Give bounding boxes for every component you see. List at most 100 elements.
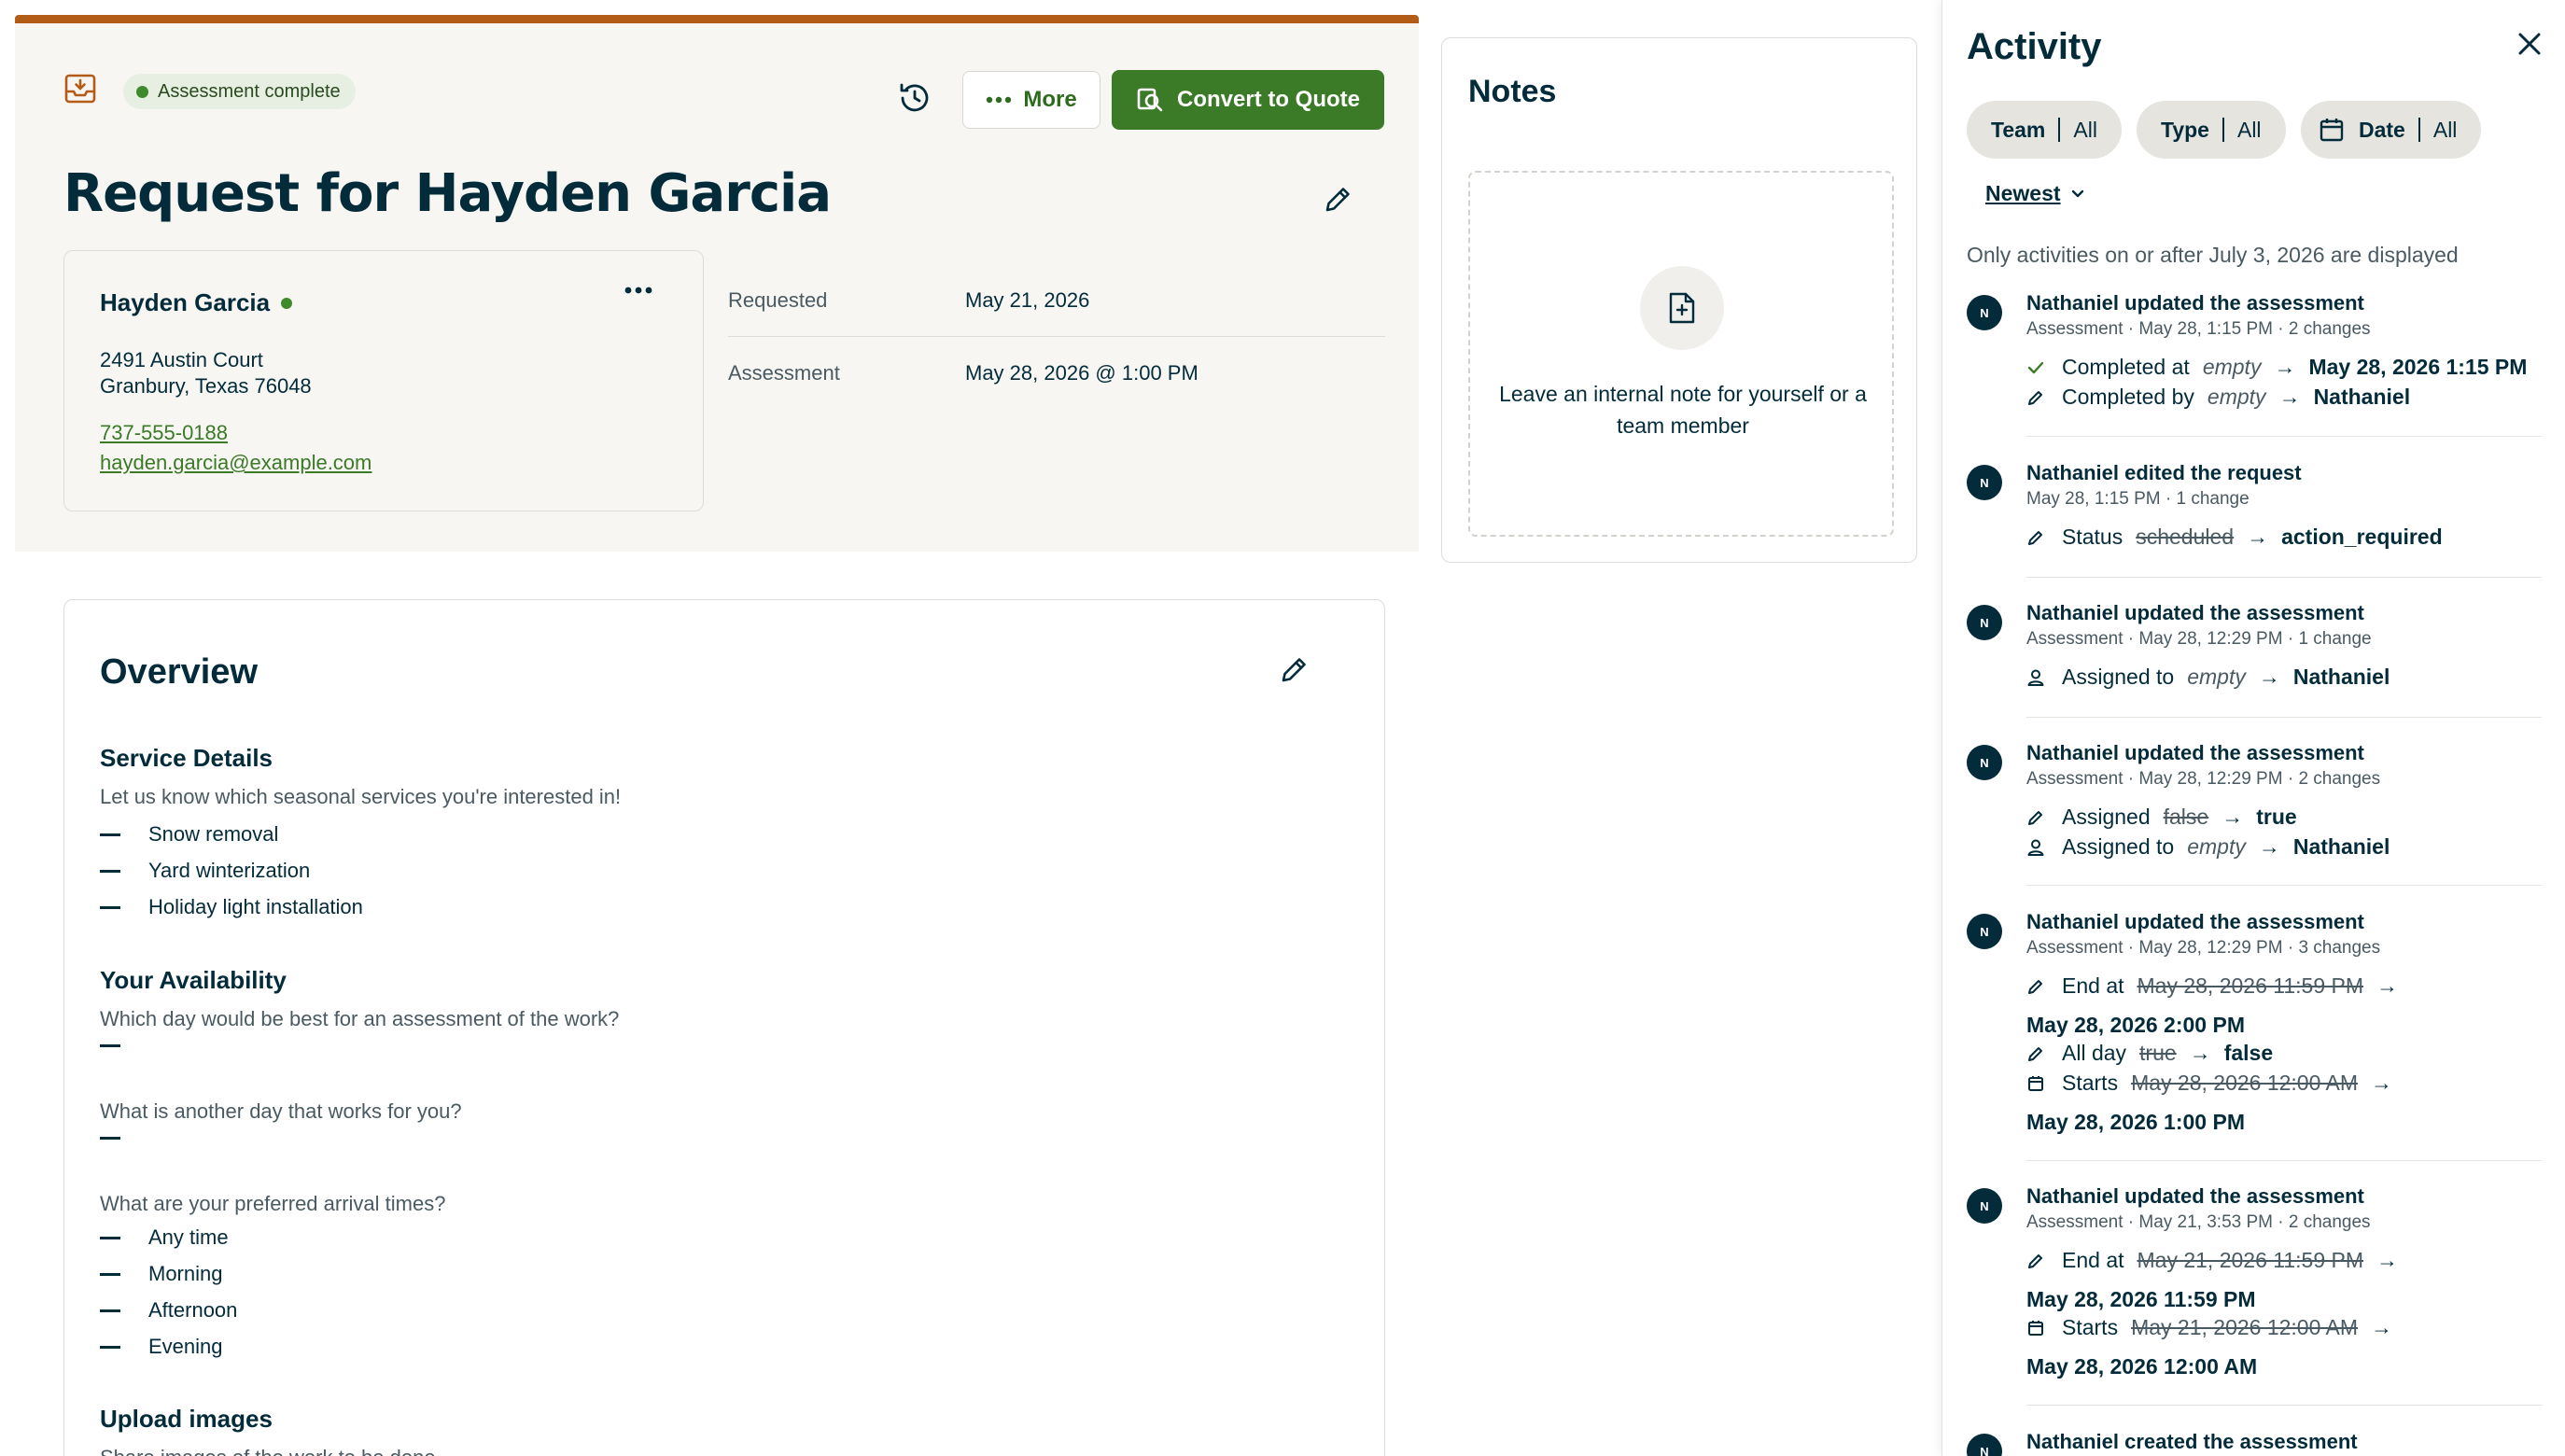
activity-entry-title: Nathaniel created the assessment	[2026, 1430, 2358, 1453]
requested-value: May 21, 2026	[965, 287, 1090, 312]
client-address-line1: 2491 Austin Court	[100, 348, 263, 371]
notes-title: Notes	[1468, 74, 1557, 109]
activity-entry-meta: Assessment · May 21, 3:53 PM · 2 changes	[2026, 1212, 2371, 1232]
pencil-icon	[2028, 979, 2042, 994]
avatar: N	[1967, 1434, 2002, 1456]
close-activity-button[interactable]	[2514, 28, 2545, 60]
edit-title-button[interactable]	[1322, 182, 1355, 216]
activity-entry-title: Nathaniel updated the assessment	[2026, 601, 2364, 624]
change-row: End at May 21, 2026 11:59 PM →	[2026, 1248, 2411, 1273]
calendar-icon	[2318, 116, 2346, 144]
date-filter-value: All	[2432, 117, 2458, 142]
activity-entry-title: Nathaniel updated the assessment	[2026, 1184, 2364, 1208]
sort-label: Newest	[1985, 181, 2061, 205]
change-new-value: May 28, 2026 2:00 PM	[2026, 1013, 2245, 1037]
type-filter-label: Type	[2161, 117, 2209, 142]
divider	[2026, 436, 2542, 437]
assessment-row: Assessment May 28, 2026 @ 1:00 PM	[728, 337, 1385, 410]
arrival-item: Any time	[100, 1225, 229, 1250]
best-day-question: Which day would be best for an assessmen…	[100, 1007, 620, 1030]
edit-overview-button[interactable]	[1278, 652, 1311, 686]
activity-entry-meta: Assessment · May 28, 1:15 PM · 2 changes	[2026, 319, 2371, 339]
history-button[interactable]	[896, 79, 933, 117]
more-button[interactable]: More	[962, 71, 1100, 129]
upload-question: Share images of the work to be done	[100, 1446, 436, 1456]
divider	[2026, 577, 2542, 578]
change-row: Starts May 21, 2026 12:00 AM →	[2026, 1315, 2405, 1340]
change-row: Starts May 28, 2026 12:00 AM →	[2026, 1071, 2405, 1096]
inbox-icon	[63, 72, 97, 105]
activity-entry-meta: Assessment · May 28, 12:29 PM · 2 change…	[2026, 769, 2381, 789]
service-item: Holiday light installation	[100, 895, 363, 919]
convert-to-quote-button[interactable]: Convert to Quote	[1112, 70, 1384, 130]
client-active-dot	[281, 297, 293, 309]
change-new-value: May 28, 2026 12:00 AM	[2026, 1354, 2258, 1379]
divider	[2026, 1160, 2542, 1161]
history-icon	[900, 83, 929, 112]
ellipsis-icon	[624, 287, 652, 294]
pencil-icon	[1282, 658, 1306, 682]
add-note-dropzone[interactable]: Leave an internal note for yourself or a…	[1468, 171, 1894, 537]
avatar: N	[1967, 465, 2002, 500]
team-filter-label: Team	[1991, 117, 2046, 142]
calendar-icon	[2028, 1320, 2043, 1336]
pencil-icon	[2028, 1253, 2042, 1268]
availability-heading: Your Availability	[100, 966, 287, 994]
arrival-item: Morning	[100, 1262, 222, 1286]
add-note-icon	[1640, 266, 1724, 350]
change-row: Completed by empty → Nathaniel	[2026, 385, 2410, 410]
activity-entry-meta: May 28, 1:15 PM · 1 change	[2026, 489, 2250, 509]
type-filter-value: All	[2236, 117, 2262, 142]
arrival-item: Evening	[100, 1335, 223, 1359]
change-row: End at May 28, 2026 11:59 PM →	[2026, 973, 2411, 999]
assessment-label: Assessment	[728, 361, 840, 385]
date-filter[interactable]: Date All	[2301, 101, 2482, 159]
status-color-bar	[15, 15, 1419, 23]
notes-empty-text: Leave an internal note for yourself or a…	[1499, 382, 1867, 438]
change-new-value: May 28, 2026 11:59 PM	[2026, 1287, 2256, 1311]
client-email-link[interactable]: hayden.garcia@example.com	[100, 451, 371, 475]
overview-title: Overview	[100, 652, 258, 692]
client-name-text[interactable]: Hayden Garcia	[100, 288, 270, 317]
pencil-icon	[2028, 1046, 2042, 1061]
person-icon	[2027, 839, 2044, 856]
person-icon	[2027, 669, 2044, 686]
pencil-icon	[2028, 390, 2042, 405]
client-phone-link[interactable]: 737-555-0188	[100, 421, 228, 445]
upload-heading: Upload images	[100, 1405, 273, 1433]
date-filter-label: Date	[2359, 117, 2405, 142]
pencil-icon	[1325, 188, 1350, 212]
convert-to-quote-label: Convert to Quote	[1177, 87, 1360, 112]
service-details-heading: Service Details	[100, 744, 273, 772]
avatar: N	[1967, 914, 2002, 949]
activity-entry-title: Nathaniel updated the assessment	[2026, 291, 2364, 315]
avatar: N	[1967, 745, 2002, 780]
divider	[2026, 717, 2542, 718]
divider	[2026, 1405, 2542, 1406]
activity-entry-meta: Assessment · May 28, 12:29 PM · 1 change	[2026, 629, 2372, 649]
close-icon	[2518, 33, 2541, 55]
team-filter[interactable]: Team All	[1967, 101, 2122, 159]
sort-dropdown[interactable]: Newest	[1985, 181, 2085, 206]
more-dots-icon	[986, 96, 1012, 104]
type-filter[interactable]: Type All	[2137, 101, 2286, 159]
activity-panel: Activity Team All Type All Date All Newe…	[1941, 0, 2565, 1456]
status-badge: Assessment complete	[123, 74, 356, 109]
client-name[interactable]: Hayden Garcia	[100, 288, 293, 317]
checkmark-icon	[2027, 361, 2044, 373]
avatar: N	[1967, 295, 2002, 330]
arrival-item: Afternoon	[100, 1298, 237, 1323]
request-panel: Assessment complete More Convert to Quot…	[15, 15, 1419, 1456]
overview-card: Overview Service Details Let us know whi…	[63, 599, 1385, 1456]
activity-date-notice: Only activities on or after July 3, 2026…	[1967, 243, 2459, 267]
chevron-down-icon	[2071, 189, 2083, 197]
divider	[2026, 885, 2542, 886]
service-item: Snow removal	[100, 822, 278, 847]
change-row: Assigned to empty → Nathaniel	[2026, 834, 2390, 860]
notes-card: Notes Leave an internal note for yoursel…	[1441, 37, 1917, 563]
client-more-button[interactable]	[624, 287, 652, 294]
activity-entry-title: Nathaniel edited the request	[2026, 461, 2302, 484]
page-title: Request for Hayden Garcia	[63, 163, 832, 224]
requested-label: Requested	[728, 287, 828, 312]
activity-entry-title: Nathaniel updated the assessment	[2026, 910, 2364, 933]
